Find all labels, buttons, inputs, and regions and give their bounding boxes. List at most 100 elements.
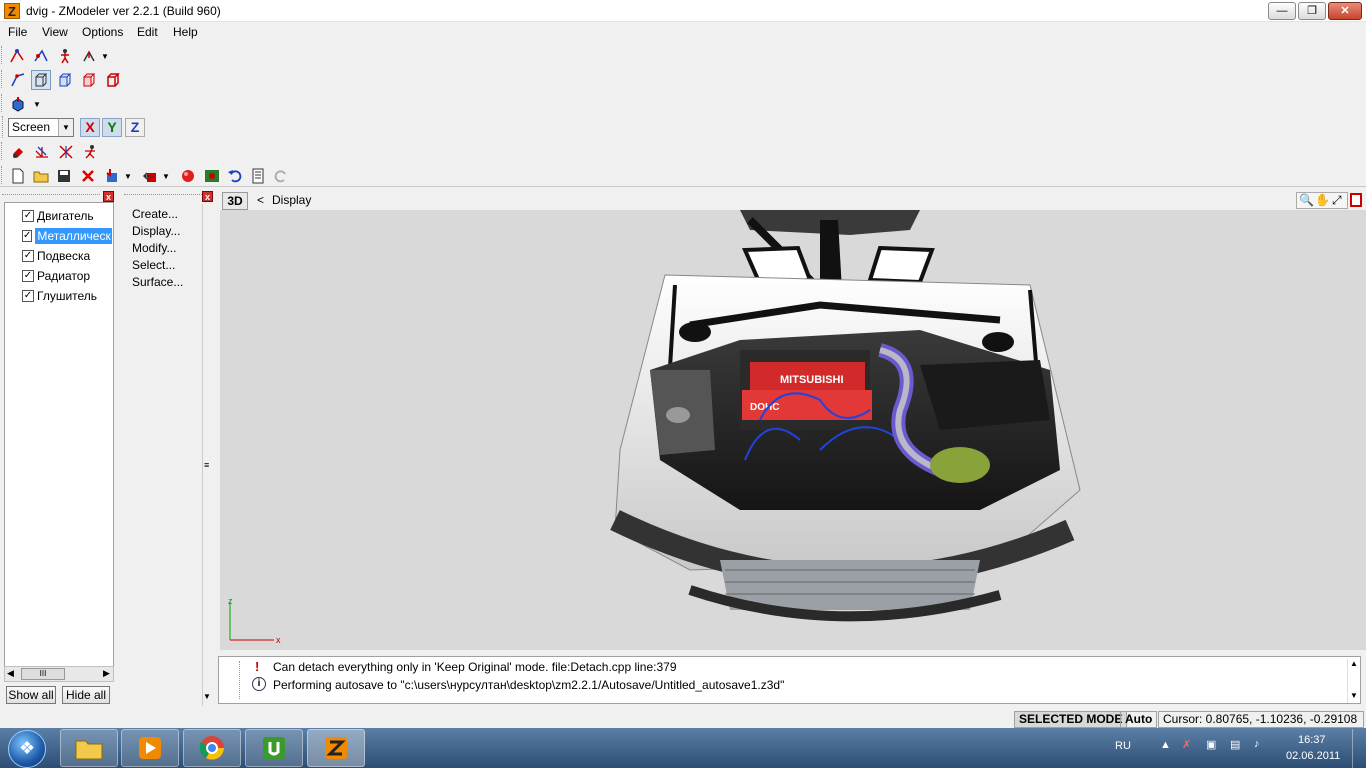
checkbox-icon[interactable]: ✓ — [22, 230, 33, 242]
move-button[interactable] — [8, 142, 28, 162]
scroll-up-icon[interactable]: ▲ — [1350, 659, 1358, 668]
import-button[interactable] — [102, 166, 122, 186]
checkbox-icon[interactable]: ✓ — [22, 290, 34, 302]
level-all-button[interactable] — [103, 70, 123, 90]
menu-file[interactable]: File — [8, 25, 27, 39]
properties-button[interactable] — [248, 166, 268, 186]
hide-all-button[interactable]: Hide all — [62, 686, 110, 704]
save-icon — [58, 170, 70, 182]
object-item-suspension[interactable]: ✓ Подвеска — [22, 247, 90, 265]
tray-device-icon[interactable]: ▣ — [1206, 738, 1216, 751]
select-figure2-button[interactable] — [79, 46, 99, 66]
render-button[interactable] — [202, 166, 222, 186]
checkbox-icon[interactable]: ✓ — [22, 270, 34, 282]
breadcrumb-back[interactable]: < — [257, 193, 264, 207]
breadcrumb[interactable]: Display — [272, 193, 311, 207]
taskbar-utorrent[interactable] — [245, 729, 303, 767]
commands-scrollbar[interactable]: ≡ ▼ — [202, 204, 212, 706]
objects-scrollbar[interactable]: ◀ III ▶ — [4, 666, 114, 682]
coord-system-select[interactable]: Screen ▼ — [8, 118, 74, 137]
show-all-button[interactable]: Show all — [6, 686, 56, 704]
cmd-modify[interactable]: Modify... — [132, 241, 176, 255]
close-button[interactable]: ✕ — [1328, 2, 1362, 20]
select-figure-button[interactable] — [55, 46, 75, 66]
menu-view[interactable]: View — [42, 25, 68, 39]
level-face-button[interactable] — [31, 70, 51, 90]
taskbar-media-player[interactable] — [121, 729, 179, 767]
level-vertex-button[interactable] — [8, 70, 28, 90]
stretch-button[interactable] — [80, 142, 100, 162]
menu-help[interactable]: Help — [173, 25, 198, 39]
import-icon — [106, 169, 117, 182]
log-line-warning: Can detach everything only in 'Keep Orig… — [273, 660, 677, 674]
create-object-button[interactable] — [8, 94, 28, 114]
start-button[interactable]: ❖ — [8, 730, 46, 768]
clock-date[interactable]: 02.06.2011 — [1286, 750, 1340, 762]
axis-z-button[interactable]: Z — [125, 118, 145, 137]
splitter-grip-icon[interactable]: ≡ — [204, 460, 209, 470]
object-item-engine[interactable]: ✓ Двигатель — [22, 207, 94, 225]
scroll-down-icon[interactable]: ▼ — [203, 692, 211, 701]
scroll-down-icon[interactable]: ▼ — [1350, 691, 1358, 700]
clock-time[interactable]: 16:37 — [1298, 734, 1326, 746]
select-edge-button[interactable] — [31, 46, 51, 66]
create-dropdown-button[interactable]: ▼ — [31, 94, 43, 114]
close-objects-panel-button[interactable]: x — [103, 191, 114, 202]
scale-button[interactable] — [56, 142, 76, 162]
scroll-thumb[interactable]: III — [21, 668, 65, 680]
status-auto[interactable]: Auto — [1120, 711, 1158, 728]
record-button[interactable] — [178, 166, 198, 186]
axis-y-button[interactable]: Y — [102, 118, 122, 137]
export-dropdown-button[interactable]: ▼ — [160, 166, 172, 186]
scale-axes-icon — [59, 145, 73, 159]
checkbox-icon[interactable]: ✓ — [22, 210, 34, 222]
menu-options[interactable]: Options — [82, 25, 123, 39]
minimize-button[interactable]: — — [1268, 2, 1296, 20]
tray-network-icon[interactable]: ▤ — [1230, 738, 1240, 751]
scroll-left-icon[interactable]: ◀ — [7, 668, 14, 679]
taskbar-zmodeler[interactable] — [307, 729, 365, 767]
object-item-muffler[interactable]: ✓ Глушитель — [22, 287, 97, 305]
object-item-metal[interactable]: ✓ Металлическ — [22, 227, 112, 245]
axis-x-button[interactable]: X — [80, 118, 100, 137]
zoom-icon[interactable]: 🔍 — [1299, 193, 1314, 207]
maximize-viewport-button[interactable] — [1350, 193, 1362, 207]
log-scrollbar[interactable]: ▲ ▼ — [1347, 659, 1360, 703]
new-file-button[interactable] — [8, 166, 28, 186]
scroll-right-icon[interactable]: ▶ — [103, 668, 110, 679]
cmd-surface[interactable]: Surface... — [132, 275, 183, 289]
network-error-icon[interactable]: ✗ — [1182, 738, 1191, 751]
taskbar-explorer[interactable] — [60, 729, 118, 767]
menu-edit[interactable]: Edit — [137, 25, 158, 39]
fit-view-icon[interactable]: ⤢ — [1332, 193, 1342, 208]
record-icon — [182, 170, 194, 182]
tray-show-hidden-icon[interactable]: ▲ — [1160, 739, 1171, 751]
volume-icon[interactable]: ♪ — [1254, 738, 1260, 750]
delete-button[interactable] — [78, 166, 98, 186]
taskbar-chrome[interactable] — [183, 729, 241, 767]
language-indicator[interactable]: RU — [1115, 740, 1131, 752]
redo-button[interactable] — [271, 166, 291, 186]
viewport-3d[interactable]: MITSUBISHI DOHC x z — [220, 210, 1366, 650]
open-file-button[interactable] — [31, 166, 51, 186]
export-button[interactable] — [140, 166, 160, 186]
checkbox-icon[interactable]: ✓ — [22, 250, 34, 262]
show-desktop-button[interactable] — [1352, 729, 1366, 768]
cmd-select[interactable]: Select... — [132, 258, 175, 272]
dropdown-button[interactable]: ▼ — [99, 46, 111, 66]
pan-hand-icon[interactable]: ✋ — [1315, 193, 1330, 207]
save-file-button[interactable] — [54, 166, 74, 186]
cmd-create[interactable]: Create... — [132, 207, 178, 221]
select-vertex-button[interactable] — [7, 46, 27, 66]
viewport-mode-button[interactable]: 3D — [222, 192, 248, 210]
undo-button[interactable] — [225, 166, 245, 186]
object-item-radiator[interactable]: ✓ Радиатор — [22, 267, 90, 285]
restore-button[interactable]: ❐ — [1298, 2, 1326, 20]
redo-icon — [274, 170, 286, 183]
cmd-display[interactable]: Display... — [132, 224, 180, 238]
import-dropdown-button[interactable]: ▼ — [122, 166, 134, 186]
level-object-button[interactable] — [55, 70, 75, 90]
level-group-button[interactable] — [79, 70, 99, 90]
close-commands-panel-button[interactable]: x — [202, 191, 213, 202]
rotate-button[interactable] — [32, 142, 52, 162]
